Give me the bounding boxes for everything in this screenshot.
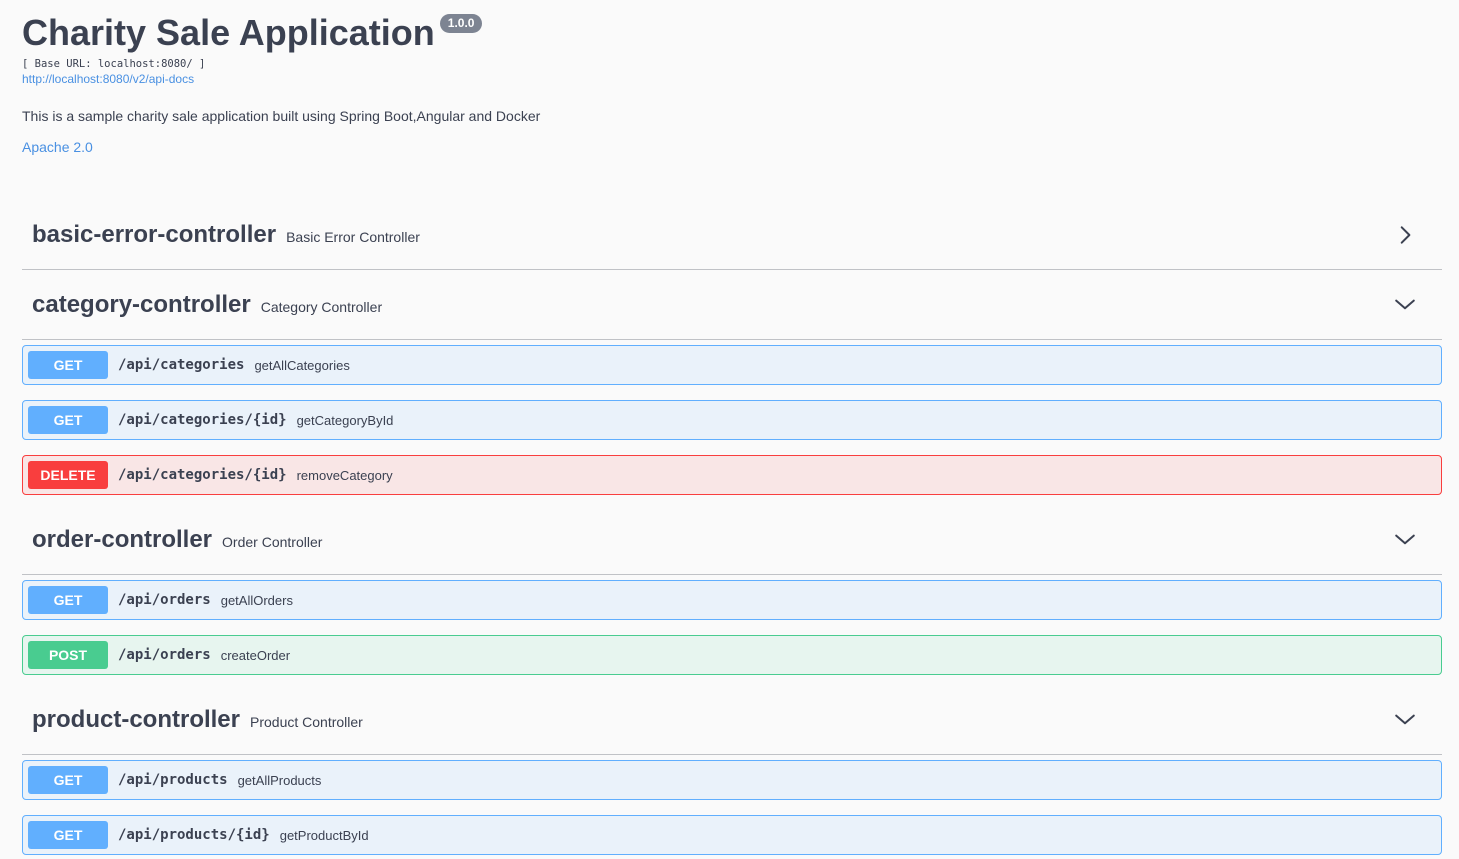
method-badge: GET [28,351,108,379]
tag-order-controller[interactable]: order-controller Order Controller [22,506,1442,575]
operation-get-categories[interactable]: GET /api/categories getAllCategories [22,345,1442,385]
operation-path: /api/orders [118,592,211,608]
method-badge: GET [28,586,108,614]
api-description: This is a sample charity sale applicatio… [22,108,541,124]
operation-get-products[interactable]: GET /api/products getAllProducts [22,760,1442,800]
tag-name: order-controller [32,526,213,553]
operation-summary: getProductById [279,827,369,843]
tag-basic-error-controller[interactable]: basic-error-controller Basic Error Contr… [22,201,1442,270]
operation-path: /api/categories/{id} [118,467,287,483]
tag-category-controller[interactable]: category-controller Category Controller [22,271,1442,340]
operation-path: /api/categories [118,357,245,373]
operation-path: /api/categories/{id} [118,412,287,428]
operation-summary: getAllProducts [237,772,322,788]
chevron-right-icon[interactable] [1394,224,1416,246]
tag-description: Basic Error Controller [286,228,420,245]
method-badge: GET [28,821,108,849]
chevron-down-icon[interactable] [1394,709,1416,731]
operation-path: /api/products [118,772,228,788]
tag-description: Category Controller [260,298,383,315]
tag-name: basic-error-controller [32,221,277,248]
tag-name: category-controller [32,291,251,318]
operation-get-category-by-id[interactable]: GET /api/categories/{id} getCategoryById [22,400,1442,440]
method-badge: POST [28,641,108,669]
api-info: Charity Sale Application 1.0.0 [ Base UR… [22,12,540,156]
operation-get-product-by-id[interactable]: GET /api/products/{id} getProductById [22,815,1442,855]
tag-name: product-controller [32,706,240,733]
operation-delete-category[interactable]: DELETE /api/categories/{id} removeCatego… [22,455,1442,495]
operation-summary: getAllCategories [254,357,350,373]
operation-path: /api/products/{id} [118,827,270,843]
operation-summary: getAllOrders [220,592,293,608]
method-badge: DELETE [28,461,108,489]
title-row: Charity Sale Application 1.0.0 [22,12,540,54]
version-badge: 1.0.0 [439,14,483,33]
tag-product-controller[interactable]: product-controller Product Controller [22,686,1442,755]
base-url: [ Base URL: localhost:8080/ ] [22,58,206,70]
operation-get-orders[interactable]: GET /api/orders getAllOrders [22,580,1442,620]
operation-summary: getCategoryById [296,412,394,428]
tag-description: Order Controller [222,533,323,550]
swagger-ui-page: Charity Sale Application 1.0.0 [ Base UR… [0,0,1459,859]
chevron-down-icon[interactable] [1394,529,1416,551]
license-link[interactable]: Apache 2.0 [22,138,540,156]
page-title: Charity Sale Application [22,12,435,53]
operation-path: /api/orders [118,647,211,663]
method-badge: GET [28,766,108,794]
chevron-down-icon[interactable] [1394,294,1416,316]
method-badge: GET [28,406,108,434]
tag-description: Product Controller [250,713,363,730]
operation-post-orders[interactable]: POST /api/orders createOrder [22,635,1442,675]
api-docs-link[interactable]: http://localhost:8080/v2/api-docs [22,71,540,87]
operation-summary: removeCategory [296,467,393,483]
operation-summary: createOrder [220,647,291,663]
